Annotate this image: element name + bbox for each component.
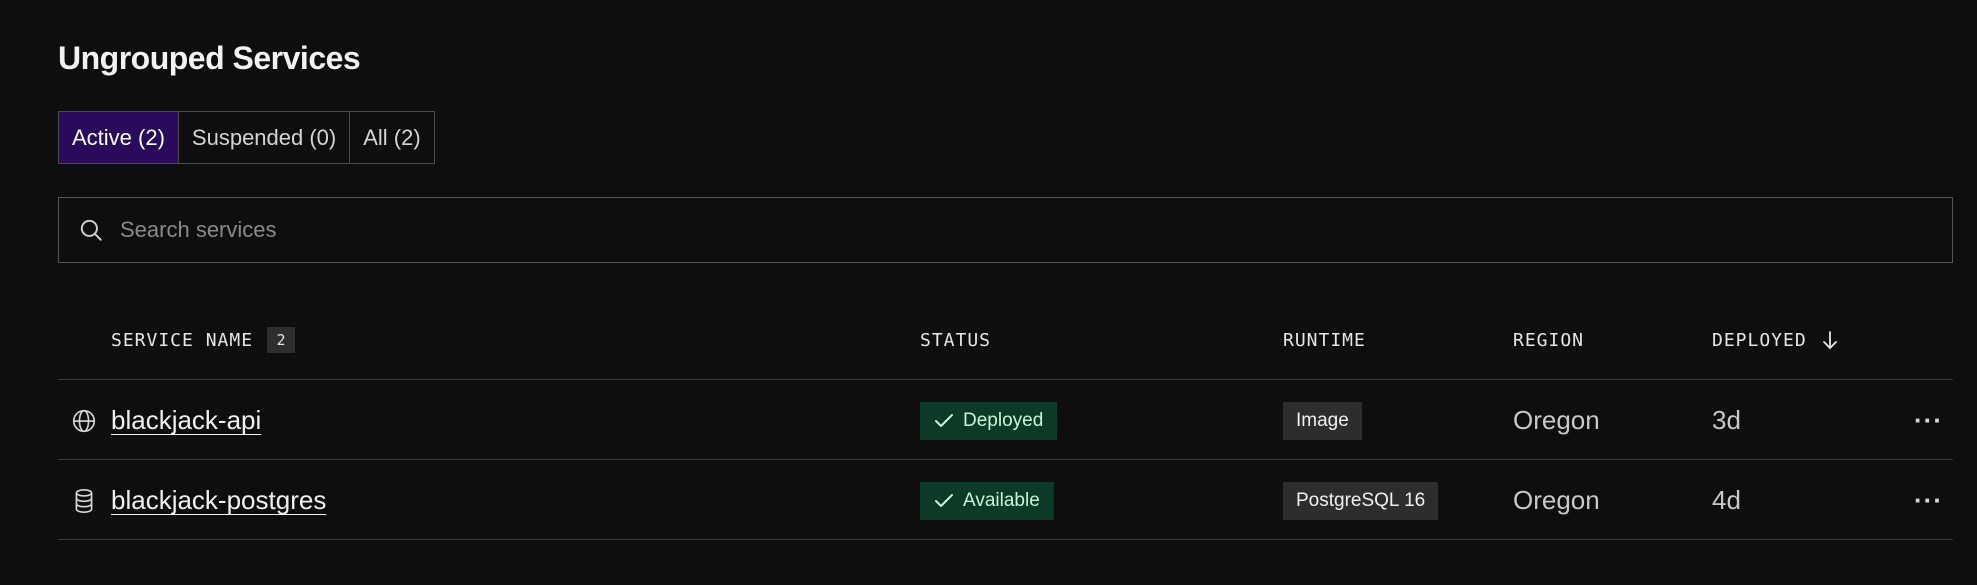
deployed-value: 3d: [1712, 405, 1741, 435]
arrow-down-icon[interactable]: [1821, 330, 1839, 350]
table-header: SERVICE NAME 2 STATUS RUNTIME REGION DEP…: [58, 316, 1953, 380]
more-actions-button[interactable]: ···: [1914, 485, 1943, 516]
runtime-badge: Image: [1283, 401, 1362, 440]
column-service-name-label: SERVICE NAME: [111, 329, 254, 351]
region-value: Oregon: [1513, 405, 1600, 435]
check-icon: [934, 413, 954, 429]
status-badge: Deployed: [920, 401, 1058, 440]
status-label: Deployed: [963, 409, 1044, 431]
service-filter-tabs: Active (2) Suspended (0) All (2): [58, 111, 435, 164]
column-status[interactable]: STATUS: [920, 316, 991, 364]
column-runtime[interactable]: RUNTIME: [1283, 316, 1366, 364]
service-name-link[interactable]: blackjack-api: [111, 405, 261, 436]
status-label: Available: [963, 489, 1040, 511]
globe-icon: [70, 381, 98, 460]
search-icon: [76, 215, 106, 245]
table-row[interactable]: blackjack-postgres Available PostgreSQL …: [58, 461, 1953, 540]
status-badge: Available: [920, 481, 1054, 520]
service-name-link[interactable]: blackjack-postgres: [111, 485, 326, 516]
search-box[interactable]: [58, 197, 1953, 263]
search-input[interactable]: [106, 198, 1952, 262]
tab-active[interactable]: Active (2): [59, 112, 179, 163]
tab-suspended[interactable]: Suspended (0): [179, 112, 351, 163]
check-icon: [934, 493, 954, 509]
section-title: Ungrouped Services: [58, 40, 361, 76]
column-deployed[interactable]: DEPLOYED: [1712, 316, 1839, 364]
region-value: Oregon: [1513, 485, 1600, 515]
tab-all[interactable]: All (2): [350, 112, 433, 163]
more-actions-button[interactable]: ···: [1914, 405, 1943, 436]
table-row[interactable]: blackjack-api Deployed Image Oregon 3d ·…: [58, 381, 1953, 460]
ungrouped-services-section: Ungrouped Services Active (2) Suspended …: [0, 0, 1977, 585]
database-icon: [70, 461, 98, 540]
deployed-value: 4d: [1712, 485, 1741, 515]
runtime-badge: PostgreSQL 16: [1283, 481, 1439, 520]
service-count-badge: 2: [267, 327, 296, 353]
column-deployed-label: DEPLOYED: [1712, 329, 1807, 351]
column-region[interactable]: REGION: [1513, 316, 1584, 364]
column-service-name[interactable]: SERVICE NAME 2: [111, 316, 296, 364]
